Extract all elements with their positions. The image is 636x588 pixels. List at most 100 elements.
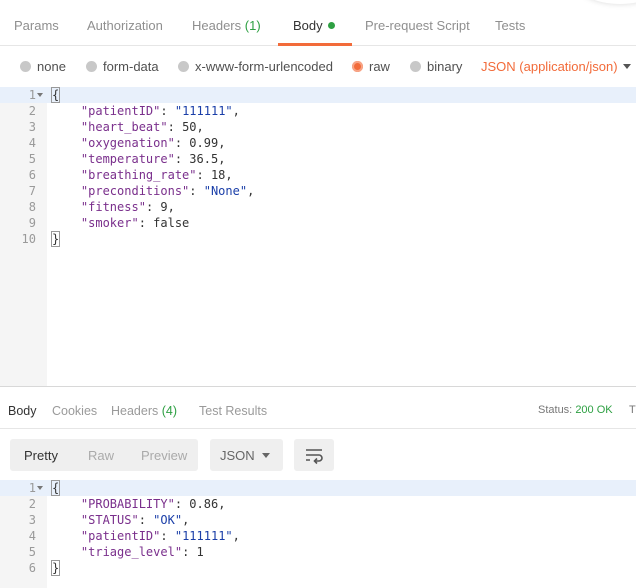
json-comma: , <box>218 136 226 150</box>
json-value: 9 <box>160 200 168 214</box>
wrap-lines-icon <box>306 449 323 465</box>
request-body-editor[interactable]: 1{2 "patientID": "111111", 3 "heart_beat"… <box>0 87 636 386</box>
json-value: "111111" <box>174 104 233 118</box>
json-key: "patientID" <box>80 529 161 543</box>
code-line: 5 "temperature": 36.5, <box>0 151 636 167</box>
json-value: 0.99 <box>189 136 219 150</box>
radio-raw[interactable]: raw <box>352 59 390 74</box>
code-line: 9 "smoker": false <box>0 215 636 231</box>
radio-binary-label: binary <box>427 59 463 74</box>
json-value: 1 <box>196 545 204 559</box>
json-key: "preconditions" <box>80 184 190 198</box>
code-line: 5 "triage_level": 1 <box>0 544 636 560</box>
code-text: "triage_level": 1 <box>80 545 204 559</box>
fold-toggle-icon[interactable] <box>37 93 43 97</box>
line-number: 3 <box>28 513 36 527</box>
line-number: 5 <box>28 545 36 559</box>
view-preview-button[interactable]: Preview <box>141 448 187 463</box>
response-tab-cookies[interactable]: Cookies <box>52 404 97 418</box>
response-body-viewer[interactable]: 1{2 "PROBABILITY": 0.86, 3 "STATUS": "OK"… <box>0 480 636 588</box>
json-key: "fitness" <box>80 200 146 214</box>
code-line: 3 "STATUS": "OK", <box>0 512 636 528</box>
line-number: 3 <box>28 120 36 134</box>
brace: { <box>50 87 61 103</box>
view-mode-segmented: Pretty Raw Preview <box>10 439 198 471</box>
response-tab-test-results[interactable]: Test Results <box>199 404 267 418</box>
radio-none[interactable]: none <box>20 59 66 74</box>
json-key: "patientID" <box>80 104 161 118</box>
content-type-dropdown[interactable]: JSON (application/json) <box>481 59 631 74</box>
json-value: false <box>153 216 190 230</box>
line-number: 6 <box>28 561 36 575</box>
radio-form-data[interactable]: form-data <box>86 59 159 74</box>
radio-raw-label: raw <box>369 59 390 74</box>
code-text: "smoker": false <box>80 216 190 230</box>
radio-x-www-form-urlencoded[interactable]: x-www-form-urlencoded <box>178 59 333 74</box>
code-line: 4 "patientID": "111111", <box>0 528 636 544</box>
response-format-dropdown[interactable]: JSON <box>210 439 283 471</box>
radio-binary[interactable]: binary <box>410 59 462 74</box>
radio-circle-icon <box>178 61 189 72</box>
radio-circle-icon <box>410 61 421 72</box>
code-text: "patientID": "111111", <box>80 529 240 543</box>
response-tab-headers[interactable]: Headers (4) <box>111 404 177 418</box>
brace: } <box>50 560 61 576</box>
json-comma: , <box>167 200 175 214</box>
json-key: "heart_beat" <box>80 120 168 134</box>
line-number: 8 <box>28 200 36 214</box>
json-value: 18 <box>210 168 226 182</box>
code-line: 6 "breathing_rate": 18, <box>0 167 636 183</box>
code-text: "PROBABILITY": 0.86, <box>80 497 226 511</box>
code-line: 2 "PROBABILITY": 0.86, <box>0 496 636 512</box>
code-text: } <box>50 231 61 247</box>
tab-params[interactable]: Params <box>14 18 59 33</box>
status-value: 200 OK <box>575 404 613 416</box>
tab-headers-label: Headers <box>192 18 242 33</box>
code-line: 10} <box>0 231 636 247</box>
json-value: 36.5 <box>189 152 219 166</box>
line-number: 6 <box>28 168 36 182</box>
line-number: 4 <box>28 136 36 150</box>
status-label: Status: <box>538 404 573 416</box>
json-comma: , <box>247 184 255 198</box>
response-tab-headers-count: (4) <box>161 404 178 418</box>
view-pretty-button[interactable]: Pretty <box>24 448 58 463</box>
line-number: 5 <box>28 152 36 166</box>
code-text: "preconditions": "None", <box>80 184 255 198</box>
tab-pre-request-script[interactable]: Pre-request Script <box>365 18 470 33</box>
wrap-lines-button[interactable] <box>294 439 334 471</box>
response-format-value: JSON <box>220 448 255 463</box>
json-key: "triage_level" <box>80 545 183 559</box>
request-tabs: Params Authorization Headers (1) Body Pr… <box>0 0 636 46</box>
radio-none-label: none <box>37 59 66 74</box>
line-number: 4 <box>28 529 36 543</box>
response-status: Status: 200 OK <box>538 404 613 416</box>
response-tab-headers-label: Headers <box>111 404 159 418</box>
tab-authorization[interactable]: Authorization <box>87 18 163 33</box>
radio-circle-icon <box>86 61 97 72</box>
json-value: "OK" <box>153 513 183 527</box>
brace: { <box>50 480 61 496</box>
tab-headers[interactable]: Headers (1) <box>192 18 261 33</box>
brace: } <box>50 231 61 247</box>
code-line: 1{ <box>0 480 636 496</box>
line-number: 2 <box>28 497 36 511</box>
json-comma: , <box>182 513 190 527</box>
code-line: 2 "patientID": "111111", <box>0 103 636 119</box>
tab-tests[interactable]: Tests <box>495 18 525 33</box>
status-overflow-text: T <box>629 404 636 416</box>
json-value: 0.86 <box>189 497 219 511</box>
fold-toggle-icon[interactable] <box>37 486 43 490</box>
tab-body-label: Body <box>293 18 323 33</box>
view-raw-button[interactable]: Raw <box>88 448 114 463</box>
line-number: 9 <box>28 216 36 230</box>
code-text: "temperature": 36.5, <box>80 152 226 166</box>
tab-body[interactable]: Body <box>293 18 335 33</box>
code-line: 8 "fitness": 9, <box>0 199 636 215</box>
response-tab-body[interactable]: Body <box>8 404 37 418</box>
tab-headers-count: (1) <box>244 18 261 33</box>
json-key: "oxygenation" <box>80 136 175 150</box>
json-key: "smoker" <box>80 216 139 230</box>
json-key: "breathing_rate" <box>80 168 197 182</box>
json-key: "STATUS" <box>80 513 139 527</box>
